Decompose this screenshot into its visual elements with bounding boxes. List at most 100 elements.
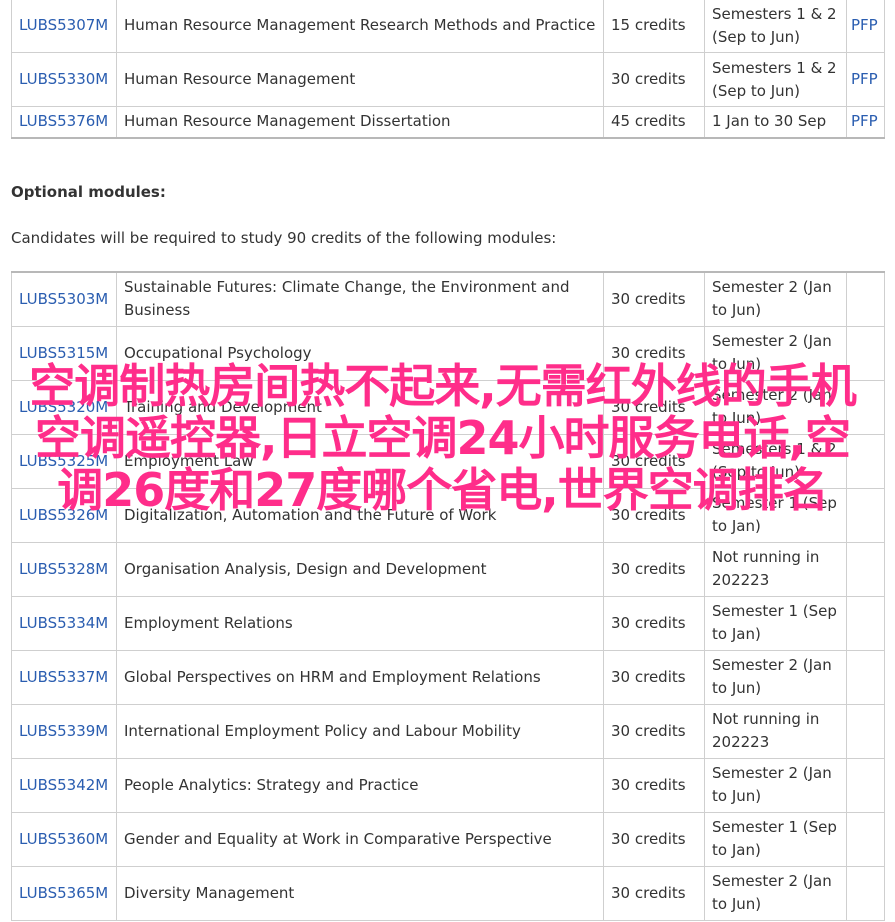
module-credits: 30 credits	[603, 649, 705, 705]
module-row: LUBS5360M Gender and Equality at Work in …	[11, 811, 885, 867]
module-credits: 30 credits	[603, 487, 705, 543]
module-period: Semester 2 (Jan to Jun)	[704, 865, 847, 921]
module-code-link[interactable]: LUBS5360M	[19, 830, 108, 848]
module-row: LUBS5339M International Employment Policy…	[11, 703, 885, 759]
module-code-link[interactable]: LUBS5339M	[19, 722, 108, 740]
module-credits: 30 credits	[603, 271, 705, 327]
module-spec-empty	[846, 325, 885, 381]
module-code-link[interactable]: LUBS5376M	[19, 112, 108, 130]
module-period: 1 Jan to 30 Sep	[704, 106, 847, 139]
module-spec-empty	[846, 379, 885, 435]
module-credits: 30 credits	[603, 433, 705, 489]
module-credits: 30 credits	[603, 325, 705, 381]
module-row: LUBS5342M People Analytics: Strategy and …	[11, 757, 885, 813]
module-title: Employment Law	[116, 433, 604, 489]
module-code-link[interactable]: LUBS5326M	[19, 506, 108, 524]
module-spec-empty	[846, 433, 885, 489]
module-credits: 30 credits	[603, 757, 705, 813]
module-credits: 45 credits	[603, 106, 705, 139]
module-code-link[interactable]: LUBS5307M	[19, 16, 108, 34]
module-title: Organisation Analysis, Design and Develo…	[116, 541, 604, 597]
module-spec-empty	[846, 541, 885, 597]
module-code-link[interactable]: LUBS5342M	[19, 776, 108, 794]
module-title: People Analytics: Strategy and Practice	[116, 757, 604, 813]
module-credits: 30 credits	[603, 703, 705, 759]
module-spec-empty	[846, 865, 885, 921]
module-code-link[interactable]: LUBS5315M	[19, 344, 108, 362]
module-spec: PFP	[846, 52, 885, 107]
optional-modules-table: LUBS5303M Sustainable Futures: Climate Ch…	[11, 271, 885, 921]
module-row: LUBS5376M Human Resource Management Disse…	[11, 106, 885, 139]
compulsory-modules-body: LUBS5307M Human Resource Management Resea…	[11, 0, 885, 139]
module-code: LUBS5315M	[11, 325, 117, 381]
module-title: Global Perspectives on HRM and Employmen…	[116, 649, 604, 705]
module-row: LUBS5337M Global Perspectives on HRM and …	[11, 649, 885, 705]
module-title: Human Resource Management	[116, 52, 604, 107]
module-credits: 30 credits	[603, 595, 705, 651]
module-code-link[interactable]: LUBS5330M	[19, 70, 108, 88]
module-row: LUBS5320M Training and Development 30 cred…	[11, 379, 885, 435]
module-row: LUBS5328M Organisation Analysis, Design a…	[11, 541, 885, 597]
module-period: Semester 1 (Sep to Jan)	[704, 595, 847, 651]
module-code-link[interactable]: LUBS5303M	[19, 290, 108, 308]
module-code: LUBS5365M	[11, 865, 117, 921]
module-row: LUBS5315M Occupational Psychology 30 credi…	[11, 325, 885, 381]
module-credits: 30 credits	[603, 379, 705, 435]
module-code-link[interactable]: LUBS5320M	[19, 398, 108, 416]
module-title: Gender and Equality at Work in Comparati…	[116, 811, 604, 867]
optional-modules-intro: Candidates will be required to study 90 …	[11, 229, 557, 247]
module-code: LUBS5320M	[11, 379, 117, 435]
module-period: Semester 1 (Sep to Jan)	[704, 487, 847, 543]
module-code: LUBS5339M	[11, 703, 117, 759]
module-row: LUBS5303M Sustainable Futures: Climate Ch…	[11, 271, 885, 327]
module-row: LUBS5334M Employment Relations 30 credits S…	[11, 595, 885, 651]
module-row: LUBS5326M Digitalization, Automation and …	[11, 487, 885, 543]
module-spec-link[interactable]: PFP	[851, 16, 878, 34]
module-period: Semester 2 (Jan to Jun)	[704, 325, 847, 381]
module-period: Not running in 202223	[704, 541, 847, 597]
module-period: Semesters 1 & 2 (Sep to Jun)	[704, 52, 847, 107]
module-code-link[interactable]: LUBS5325M	[19, 452, 108, 470]
module-title: Employment Relations	[116, 595, 604, 651]
optional-modules-heading: Optional modules:	[11, 183, 166, 201]
module-period: Semester 2 (Jan to Jun)	[704, 649, 847, 705]
module-code: LUBS5307M	[11, 0, 117, 53]
module-title: Diversity Management	[116, 865, 604, 921]
module-row: LUBS5307M Human Resource Management Resea…	[11, 0, 885, 53]
module-period: Semester 2 (Jan to Jun)	[704, 379, 847, 435]
module-code: LUBS5325M	[11, 433, 117, 489]
module-title: Digitalization, Automation and the Futur…	[116, 487, 604, 543]
module-code: LUBS5326M	[11, 487, 117, 543]
compulsory-modules-table: LUBS5307M Human Resource Management Resea…	[11, 0, 885, 139]
module-period: Semesters 1 & 2 (Sep to Jun)	[704, 0, 847, 53]
module-spec-empty	[846, 703, 885, 759]
module-credits: 30 credits	[603, 52, 705, 107]
module-code-link[interactable]: LUBS5337M	[19, 668, 108, 686]
module-code-link[interactable]: LUBS5328M	[19, 560, 108, 578]
module-code-link[interactable]: LUBS5365M	[19, 884, 108, 902]
module-credits: 30 credits	[603, 541, 705, 597]
module-title: Human Resource Management Dissertation	[116, 106, 604, 139]
module-credits: 30 credits	[603, 811, 705, 867]
module-spec: PFP	[846, 106, 885, 139]
module-title: International Employment Policy and Labo…	[116, 703, 604, 759]
module-code: LUBS5334M	[11, 595, 117, 651]
module-title: Training and Development	[116, 379, 604, 435]
module-spec-empty	[846, 487, 885, 543]
module-spec-empty	[846, 649, 885, 705]
module-row: LUBS5325M Employment Law 30 credits Semeste…	[11, 433, 885, 489]
module-period: Semester 1 (Sep to Jan)	[704, 811, 847, 867]
module-code: LUBS5337M	[11, 649, 117, 705]
module-row: LUBS5365M Diversity Management 30 credits S…	[11, 865, 885, 921]
module-code: LUBS5360M	[11, 811, 117, 867]
module-code: LUBS5342M	[11, 757, 117, 813]
optional-modules-body: LUBS5303M Sustainable Futures: Climate Ch…	[11, 271, 885, 921]
module-period: Semesters 1 & 2 (Sep to Jun)	[704, 433, 847, 489]
module-spec-empty	[846, 757, 885, 813]
module-code: LUBS5303M	[11, 271, 117, 327]
module-spec-link[interactable]: PFP	[851, 112, 878, 130]
module-code-link[interactable]: LUBS5334M	[19, 614, 108, 632]
module-code: LUBS5376M	[11, 106, 117, 139]
module-spec-link[interactable]: PFP	[851, 70, 878, 88]
module-code: LUBS5328M	[11, 541, 117, 597]
